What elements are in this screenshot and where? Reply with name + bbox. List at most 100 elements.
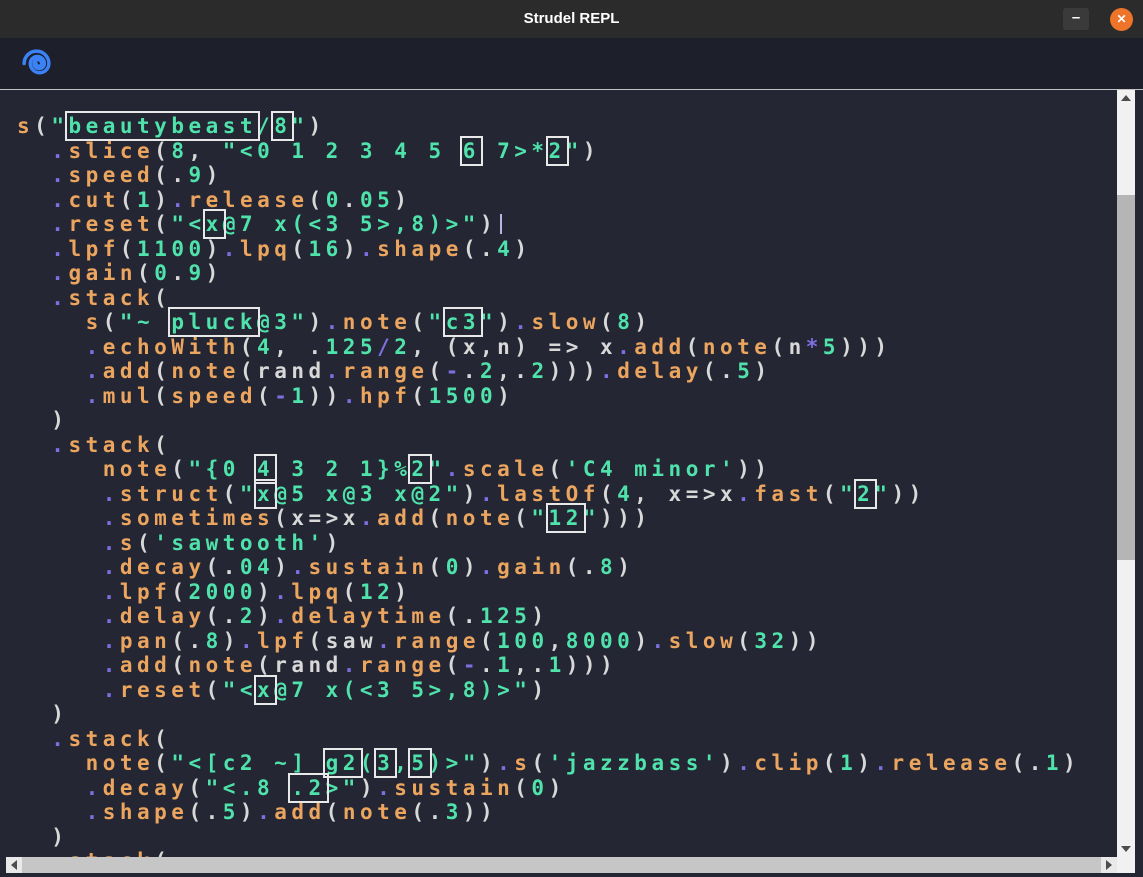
minimize-button[interactable]: – [1063,8,1089,30]
code-content[interactable]: s("beautybeast/8") .slice(8, "<0 1 2 3 4… [17,114,1080,874]
code-token: 2 [531,359,548,383]
code-token: ) [360,776,377,800]
code-line: .s('sawtooth') [17,531,1080,556]
code-token: "~ [120,310,171,334]
code-token: add [634,335,685,359]
scroll-down-button[interactable] [1117,841,1135,857]
active-token-highlight: .2 [291,776,325,800]
code-token: , [497,359,514,383]
code-token: ( [823,751,840,775]
titlebar[interactable]: Strudel REPL – ✕ [0,0,1143,38]
code-token: ( [514,776,531,800]
close-button[interactable]: ✕ [1110,8,1133,31]
horizontal-scrollbar-thumb[interactable] [22,857,1101,873]
code-token: 8 [617,310,634,334]
close-icon: ✕ [1116,12,1126,26]
code-token: 1500 [429,384,498,408]
code-token: 1 [137,188,154,212]
code-token: " [874,482,891,506]
code-token: ) [857,751,874,775]
code-token: sustain [309,555,429,579]
code-token: ( [223,482,240,506]
code-token: 3 2 1}% [274,457,411,481]
code-token: ( [531,751,548,775]
code-token: . [309,335,326,359]
code-token: . [514,310,531,334]
code-token: . [720,359,737,383]
code-token: . [86,335,103,359]
code-token: ( [514,506,531,530]
vertical-scrollbar[interactable] [1117,90,1135,857]
scroll-left-button[interactable] [6,857,22,873]
code-token: . [188,629,205,653]
code-token: @5 x@3 x@2" [274,482,463,506]
vertical-scrollbar-thumb[interactable] [1117,195,1135,560]
code-token: )) [891,482,925,506]
strudel-logo-icon[interactable] [20,47,53,80]
code-token: . [600,359,617,383]
code-token: note [86,751,155,775]
code-token: ) [223,629,240,653]
code-token: struct [120,482,223,506]
scroll-up-button[interactable] [1117,90,1135,106]
code-token: 1100 [137,237,206,261]
code-token: " [583,506,600,530]
code-token: 125 [326,335,377,359]
code-token: ) [257,580,274,604]
code-token [17,604,103,628]
code-token: . [257,800,274,824]
active-token-highlight: 4 [257,457,274,481]
code-token: scale [463,457,549,481]
code-token: rand [274,653,343,677]
code-token: delay [617,359,703,383]
code-editor[interactable]: s("beautybeast/8") .slice(8, "<0 1 2 3 4… [0,89,1143,877]
code-token: )) [789,629,823,653]
code-token: ) [463,555,480,579]
code-token: 'jazzbass' [549,751,720,775]
code-token: >" [326,776,360,800]
code-token: 1 [291,384,308,408]
code-line: .delay(.2).delaytime(.125) [17,604,1080,629]
code-token: ( [411,310,428,334]
code-token [17,678,103,702]
code-token: )) [309,384,343,408]
code-token: " [480,310,497,334]
code-token: 8 [171,139,188,163]
code-token: s [17,114,34,138]
window-title: Strudel REPL [0,0,1143,38]
code-line: .stack( [17,433,1080,458]
code-line: note("{0 4 3 2 1}%2".scale('C4 minor')) [17,457,1080,482]
code-token: ( [171,457,188,481]
horizontal-scrollbar[interactable] [6,857,1117,873]
code-token: , [274,335,308,359]
code-token [17,139,51,163]
code-token: ) [240,800,257,824]
code-token: ))) [566,653,617,677]
code-token: 2 [240,604,257,628]
code-token: ( [257,653,274,677]
code-token: gain [497,555,566,579]
code-token: , [188,139,222,163]
code-token: range [360,653,446,677]
code-token [17,457,103,481]
active-token-highlight: x [257,482,274,506]
scroll-right-button[interactable] [1101,857,1117,873]
code-token: 3 [446,800,463,824]
code-token: . [446,457,463,481]
code-token: pan [120,629,171,653]
code-token: . [377,629,394,653]
code-token: . [103,482,120,506]
code-line: .stack( [17,286,1080,311]
code-token: " [291,114,308,138]
code-token [17,384,86,408]
code-token [17,800,86,824]
code-token [17,359,86,383]
code-token: 'sawtooth' [154,531,325,555]
code-token: mul [103,384,154,408]
code-token: decay [103,776,189,800]
active-token-highlight: 6 [463,139,480,163]
code-token: fast [754,482,823,506]
code-token: . [343,653,360,677]
code-token: ( [326,800,343,824]
code-token: ( [154,163,171,187]
